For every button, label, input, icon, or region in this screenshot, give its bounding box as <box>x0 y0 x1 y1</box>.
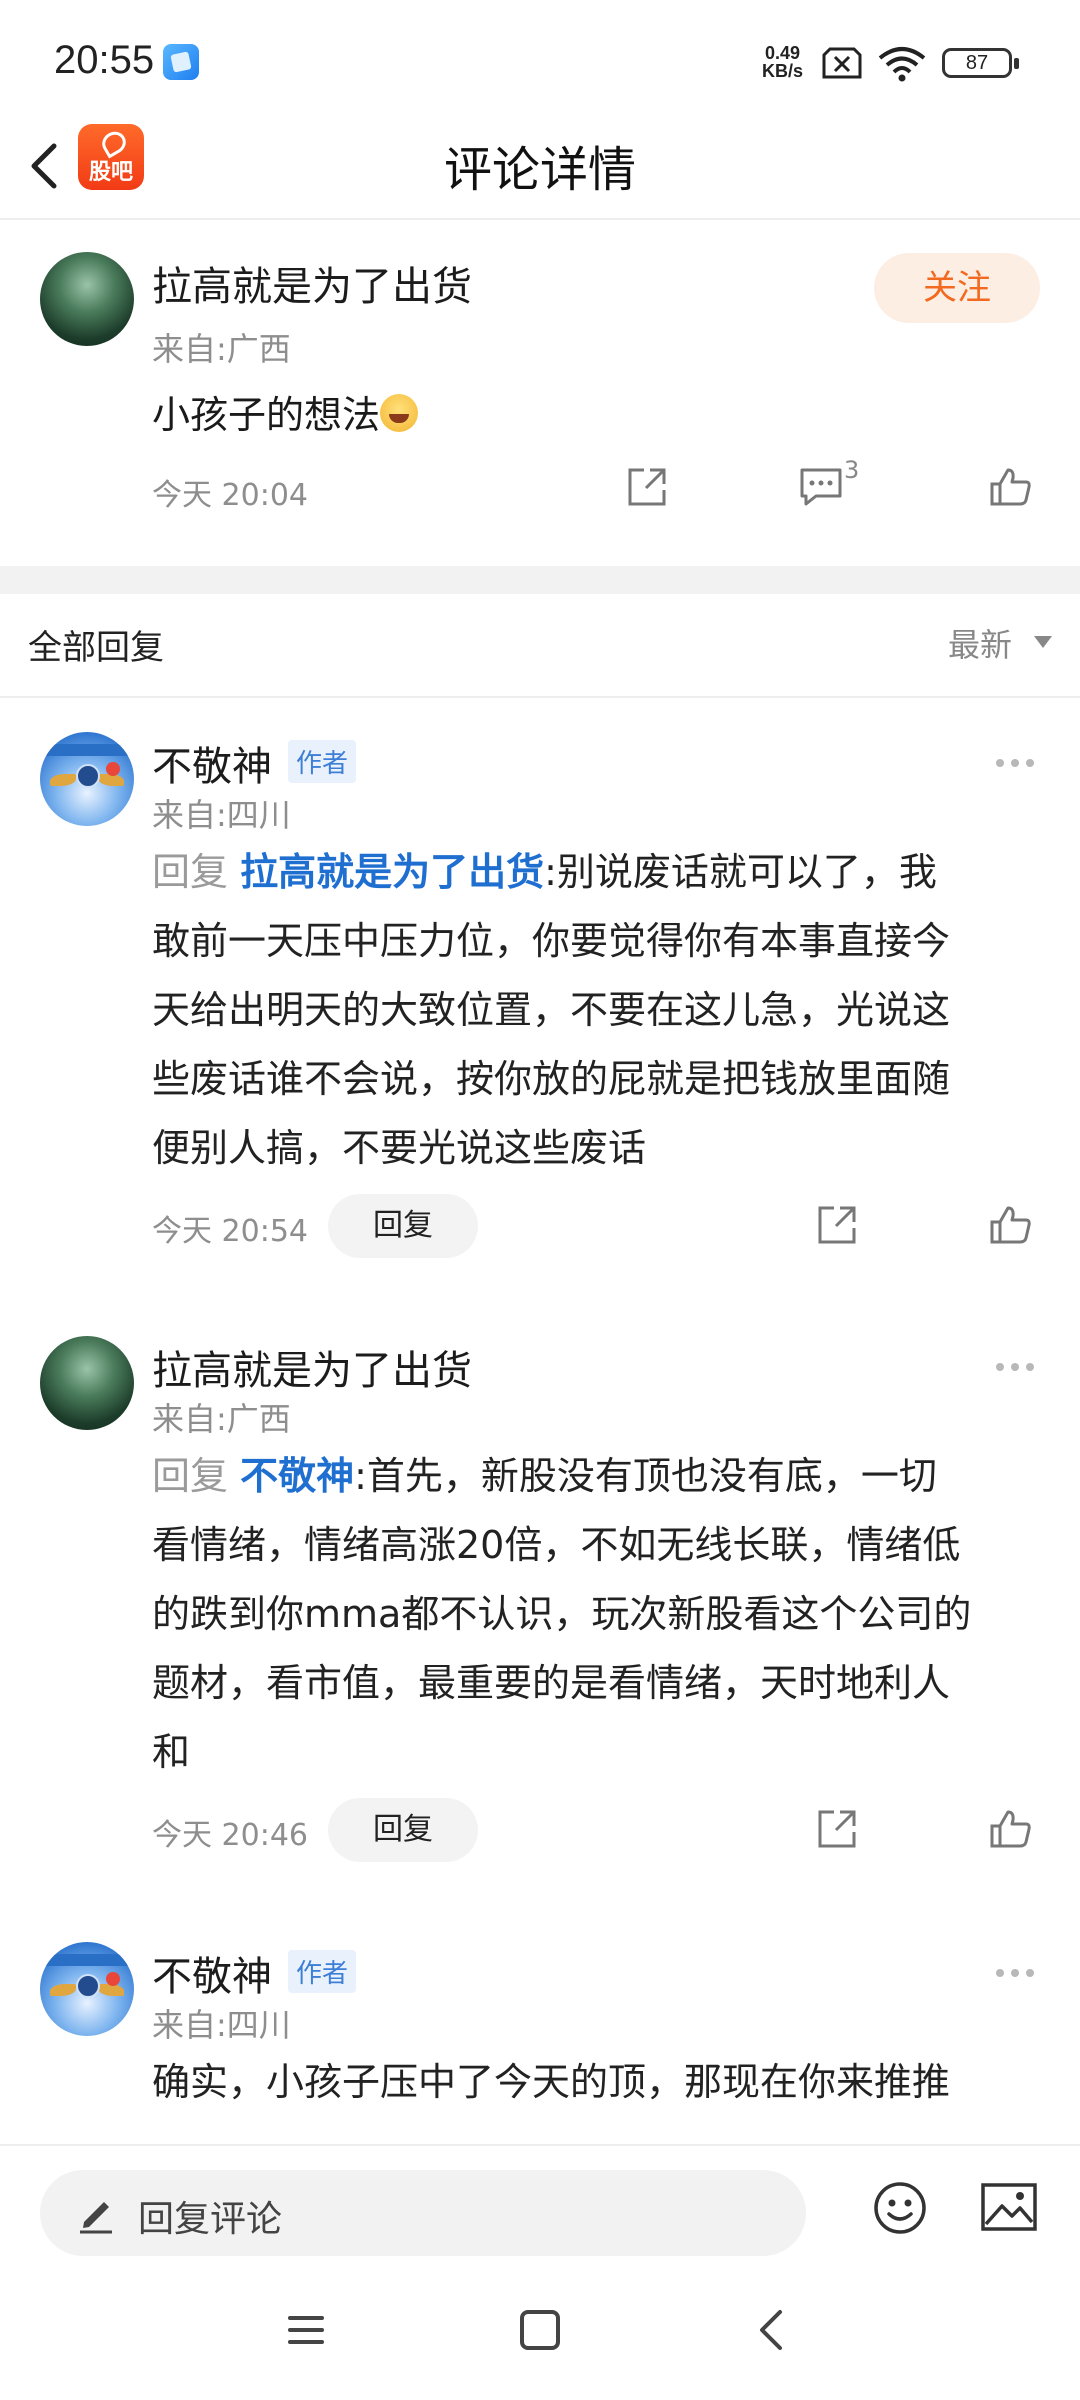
share-icon[interactable] <box>624 464 670 510</box>
reply-line: 和 <box>152 1730 191 1774</box>
reply-line: 敢前一天压中压力位，你要觉得你有本事直接今 <box>152 919 951 963</box>
main-comment-text-body: 小孩子的想法 <box>152 393 381 437</box>
reply-input-placeholder: 回复评论 <box>138 2199 283 2240</box>
avatar[interactable] <box>40 1336 134 1430</box>
reply-text: 回复 不敬神:首先，新股没有顶也没有底，一切 看情绪，情绪高涨20倍，不如无线长… <box>152 1442 1032 1787</box>
reply-text: 回复 拉高就是为了出货:别说废话就可以了，我 敢前一天压中压力位，你要觉得你有本… <box>152 838 1032 1183</box>
reply-line: 回复 拉高就是为了出货:别说废话就可以了，我 <box>152 838 1032 907</box>
page-title: 评论详情 <box>443 142 636 198</box>
network-speed-unit: KB/s <box>762 61 804 81</box>
main-comment-text: 小孩子的想法 <box>152 384 419 439</box>
follow-button[interactable]: 关注 <box>874 253 1040 323</box>
reply-line: 看情绪，情绪高涨20倍，不如无线长联，情绪低 <box>152 1523 961 1567</box>
more-options-icon[interactable] <box>996 752 1042 767</box>
share-icon[interactable] <box>814 1202 860 1248</box>
section-divider <box>0 566 1080 594</box>
status-time: 20:55 <box>54 38 155 82</box>
avatar[interactable] <box>40 252 134 346</box>
status-bar: 20:55 0.49 KB/s 87 <box>0 0 1080 110</box>
main-comment-time: 今天 20:04 <box>152 478 308 513</box>
reply-input-bar: 回复评论 <box>0 2144 1080 2262</box>
like-icon[interactable] <box>988 1202 1034 1248</box>
reply-button[interactable]: 回复 <box>328 1798 478 1862</box>
main-comment-username[interactable]: 拉高就是为了出货 <box>152 254 472 312</box>
comment-icon[interactable] <box>798 464 844 510</box>
share-icon[interactable] <box>814 1806 860 1852</box>
laughing-emoji-icon <box>380 394 419 432</box>
image-icon[interactable] <box>980 2182 1038 2232</box>
reply-line: 题材，看市值，最重要的是看情绪，天时地利人 <box>152 1661 951 1705</box>
main-comment-location: 来自:广西 <box>152 330 291 368</box>
more-options-icon[interactable] <box>996 1356 1042 1371</box>
reply-target-link[interactable]: 拉高就是为了出货 <box>240 850 544 894</box>
reply-line: 便别人搞，不要光说这些废话 <box>152 1126 647 1170</box>
more-options-icon[interactable] <box>996 1962 1042 1977</box>
reply-line: 的跌到你mma都不认识，玩次新股看这个公司的 <box>152 1592 972 1636</box>
reply-username[interactable]: 不敬神 <box>152 1944 272 2002</box>
author-badge: 作者 <box>288 1950 357 1993</box>
reply-username[interactable]: 拉高就是为了出货 <box>152 1338 472 1396</box>
wifi-icon <box>876 44 928 82</box>
reply-line-text: :首先，新股没有顶也没有底，一切 <box>354 1454 937 1498</box>
reply-button[interactable]: 回复 <box>328 1194 478 1258</box>
reply-location: 来自:四川 <box>152 2006 291 2044</box>
reply-line: 些废话谁不会说，按你放的屁就是把钱放里面随 <box>152 1057 951 1101</box>
author-badge: 作者 <box>288 740 357 783</box>
reply-line: 确实，小孩子压中了今天的顶，那现在你来推推 <box>152 2060 951 2104</box>
reply-location: 来自:广西 <box>152 1400 291 1438</box>
page-header: 股吧 评论详情 <box>0 110 1080 220</box>
network-speed: 0.49 KB/s <box>762 44 803 80</box>
pencil-icon <box>76 2192 116 2234</box>
notification-app-icon <box>163 44 199 80</box>
divider <box>0 696 1080 698</box>
reply-time: 今天 20:54 <box>152 1214 308 1249</box>
back-nav-icon[interactable] <box>756 2306 786 2354</box>
home-icon[interactable] <box>520 2310 560 2350</box>
reply-target-link[interactable]: 不敬神 <box>240 1454 354 1498</box>
reply-line: 回复 不敬神:首先，新股没有顶也没有底，一切 <box>152 1442 1032 1511</box>
reply-line-text: :别说废话就可以了，我 <box>544 850 937 894</box>
reply-line: 天给出明天的大致位置，不要在这儿急，光说这 <box>152 988 951 1032</box>
comment-count: 3 <box>844 456 860 484</box>
reply-comment-input[interactable]: 回复评论 <box>40 2170 806 2256</box>
reply-text: 确实，小孩子压中了今天的顶，那现在你来推推 <box>152 2048 1032 2117</box>
emoji-icon[interactable] <box>872 2180 928 2236</box>
avatar[interactable] <box>40 732 134 826</box>
reply-prefix: 回复 <box>152 1454 229 1498</box>
avatar[interactable] <box>40 1942 134 2036</box>
all-replies-title: 全部回复 <box>28 628 164 668</box>
reply-time: 今天 20:46 <box>152 1818 308 1853</box>
like-icon[interactable] <box>988 464 1034 510</box>
system-nav-bar <box>0 2262 1080 2400</box>
reply-location: 来自:四川 <box>152 796 291 834</box>
reply-username[interactable]: 不敬神 <box>152 734 272 792</box>
reply-prefix: 回复 <box>152 850 229 894</box>
battery-icon: 87 <box>942 48 1019 78</box>
no-sim-icon <box>822 47 862 79</box>
caret-down-icon[interactable] <box>1034 636 1052 648</box>
like-icon[interactable] <box>988 1806 1034 1852</box>
network-speed-value: 0.49 <box>764 43 801 63</box>
menu-icon[interactable] <box>286 2310 326 2350</box>
sort-dropdown[interactable]: 最新 <box>948 620 1012 666</box>
